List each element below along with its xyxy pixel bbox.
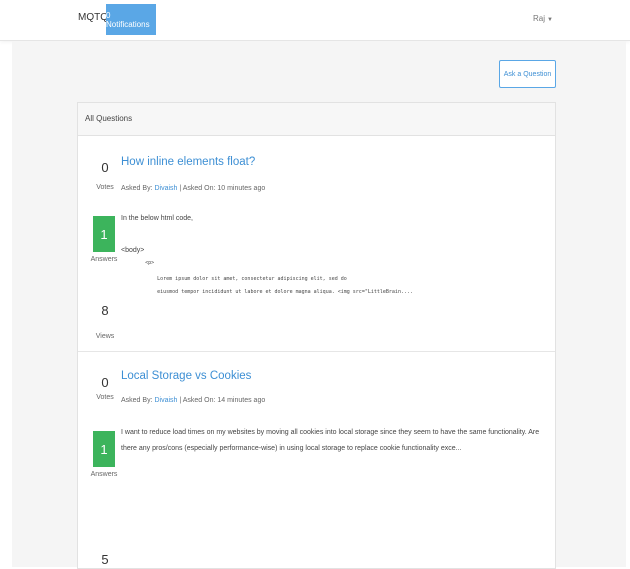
brand-logo[interactable]: MQTQ xyxy=(78,12,108,23)
main-content: Ask a Question All Questions 0 Votes 1 A… xyxy=(12,41,626,569)
asked-on-text: | Asked On: 10 minutes ago xyxy=(177,185,266,192)
question-meta: Asked By: Divaish | Asked On: 14 minutes… xyxy=(121,397,265,404)
question-title[interactable]: How inline elements float? xyxy=(121,156,255,168)
card-header: All Questions xyxy=(78,103,555,136)
notifications-button[interactable]: 0 Notifications xyxy=(106,4,156,35)
author-link[interactable]: Divaish xyxy=(154,397,177,404)
views-count: 8 xyxy=(101,303,109,318)
questions-card: All Questions 0 Votes 1 Answers 8 Views … xyxy=(77,102,556,569)
excerpt-line: Lorem ipsum dolor sit amet, consectetur … xyxy=(121,276,347,282)
question-item: 0 Votes 1 Answers 8 Views How inline ele… xyxy=(78,136,555,352)
user-name: Raj xyxy=(533,14,546,23)
votes-count: 0 xyxy=(101,160,109,175)
question-meta: Asked By: Divaish | Asked On: 10 minutes… xyxy=(121,185,265,192)
excerpt-line: <body> xyxy=(121,247,145,254)
excerpt-line: <p> xyxy=(121,260,155,266)
votes-label: Votes xyxy=(96,184,114,191)
asked-on-text: | Asked On: 14 minutes ago xyxy=(177,397,266,404)
excerpt-line: eiusmod tempor incididunt ut labore et d… xyxy=(121,289,413,295)
answers-count: 1 xyxy=(93,216,115,252)
views-label: Views xyxy=(95,333,115,340)
asked-by-label: Asked By: xyxy=(121,397,153,404)
votes-label: Votes xyxy=(96,394,114,401)
question-excerpt: I want to reduce load times on my websit… xyxy=(121,429,540,452)
views-count: 5 xyxy=(101,552,109,567)
navbar: MQTQ 0 Notifications Raj ▼ xyxy=(0,0,630,41)
question-item: 0 Votes 1 Answers 5 Local Storage vs Coo… xyxy=(78,351,555,568)
excerpt-line: In the below html code, xyxy=(121,215,193,222)
votes-count: 0 xyxy=(101,375,109,390)
question-title[interactable]: Local Storage vs Cookies xyxy=(121,370,251,382)
user-menu[interactable]: Raj ▼ xyxy=(533,14,553,23)
answers-label: Answers xyxy=(90,256,118,263)
answers-count: 1 xyxy=(93,431,115,467)
caret-down-icon: ▼ xyxy=(547,17,553,23)
asked-by-label: Asked By: xyxy=(121,185,153,192)
answers-label: Answers xyxy=(90,471,118,478)
author-link[interactable]: Divaish xyxy=(154,185,177,192)
ask-question-button[interactable]: Ask a Question xyxy=(499,60,556,88)
